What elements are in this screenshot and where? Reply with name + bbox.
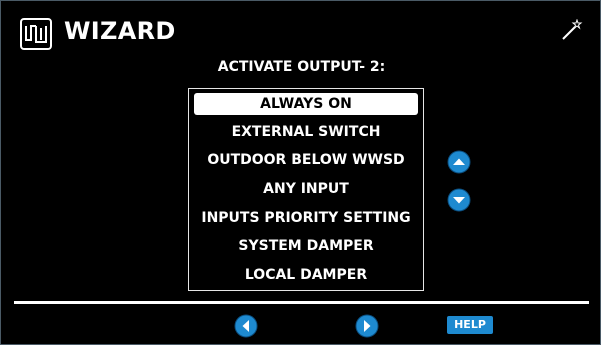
magic-wand-icon bbox=[561, 18, 583, 45]
page-title: WIZARD bbox=[64, 17, 176, 45]
chevron-down-icon bbox=[447, 188, 471, 212]
chevron-right-icon bbox=[355, 314, 379, 338]
option-list: ALWAYS ON EXTERNAL SWITCH OUTDOOR BELOW … bbox=[188, 88, 424, 291]
option-local-damper[interactable]: LOCAL DAMPER bbox=[194, 264, 418, 286]
wm-logo-icon bbox=[20, 18, 52, 50]
chevron-up-icon bbox=[447, 150, 471, 174]
option-always-on[interactable]: ALWAYS ON bbox=[194, 93, 418, 115]
scroll-down-button[interactable] bbox=[447, 188, 471, 212]
option-inputs-priority-setting[interactable]: INPUTS PRIORITY SETTING bbox=[194, 207, 418, 229]
help-button[interactable]: HELP bbox=[447, 316, 493, 334]
wizard-screen: WIZARD ACTIVATE OUTPUT- 2: ALWAYS ON EXT… bbox=[0, 0, 601, 345]
option-any-input[interactable]: ANY INPUT bbox=[194, 178, 418, 200]
next-button[interactable] bbox=[355, 314, 379, 338]
option-system-damper[interactable]: SYSTEM DAMPER bbox=[194, 235, 418, 257]
option-outdoor-below-wwsd[interactable]: OUTDOOR BELOW WWSD bbox=[194, 149, 418, 171]
back-button[interactable] bbox=[234, 314, 258, 338]
option-external-switch[interactable]: EXTERNAL SWITCH bbox=[194, 121, 418, 143]
footer-divider bbox=[14, 301, 589, 304]
chevron-left-icon bbox=[234, 314, 258, 338]
scroll-up-button[interactable] bbox=[447, 150, 471, 174]
wizard-prompt: ACTIVATE OUTPUT- 2: bbox=[217, 59, 386, 75]
